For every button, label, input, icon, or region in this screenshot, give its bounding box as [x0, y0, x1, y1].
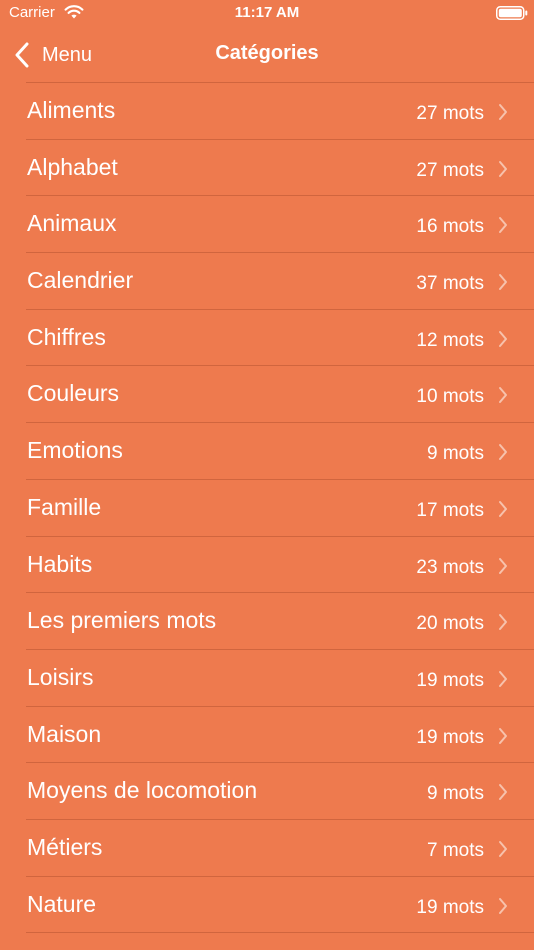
word-count: 19 mots [416, 669, 484, 691]
list-item[interactable]: Alphabet 27 mots [26, 140, 534, 197]
category-label: Famille [27, 493, 102, 520]
list-item[interactable]: Calendrier 37 mots [26, 253, 534, 310]
list-item[interactable]: Les premiers mots 20 mots [26, 593, 534, 650]
word-count: 23 mots [416, 556, 484, 578]
word-count: 12 mots [416, 329, 484, 351]
chevron-right-icon [499, 217, 507, 234]
chevron-right-icon [499, 784, 507, 801]
category-label: Nature [27, 890, 97, 917]
word-count: 19 mots [416, 896, 484, 918]
chevron-right-icon [499, 160, 507, 177]
chevron-right-icon [499, 104, 507, 120]
word-count: 9 mots [426, 443, 484, 465]
chevron-right-icon [499, 897, 507, 914]
list-item[interactable]: Habits 23 mots [26, 537, 534, 594]
category-label: Métiers [27, 833, 103, 860]
list-item[interactable]: Aliments 27 mots [26, 83, 534, 140]
word-count: 16 mots [416, 216, 484, 238]
list-item[interactable]: Emotions 9 mots [26, 423, 534, 480]
chevron-right-icon [499, 670, 507, 687]
chevron-right-icon [499, 614, 507, 631]
category-label: Loisirs [27, 663, 94, 690]
list-item[interactable]: Animaux 16 mots [26, 196, 534, 254]
category-label: Emotions [27, 437, 123, 464]
chevron-right-icon [499, 444, 507, 461]
list-item[interactable]: Couleurs 10 mots [26, 366, 534, 424]
word-count: 20 mots [416, 613, 484, 635]
word-count: 37 mots [416, 273, 484, 295]
chevron-right-icon [499, 330, 507, 347]
category-list: Aliments 27 mots Alphabet 27 mots Animau… [0, 83, 534, 934]
navigation-bar: Menu Catégories [0, 28, 534, 82]
chevron-right-icon [499, 500, 507, 517]
word-count: 19 mots [416, 726, 484, 748]
category-label: Couleurs [27, 380, 120, 407]
category-label: Maison [27, 720, 102, 747]
word-count: 9 mots [426, 783, 484, 805]
battery-icon [496, 6, 528, 20]
category-label: Calendrier [27, 267, 134, 294]
page-title: Catégories [215, 42, 319, 64]
category-label: Les premiers mots [27, 607, 217, 634]
list-item[interactable]: Famille 17 mots [26, 480, 534, 537]
status-bar: Carrier 11:17 AM [0, 0, 534, 28]
category-label: Chiffres [27, 323, 106, 350]
list-item[interactable]: Loisirs 19 mots [26, 650, 534, 707]
word-count: 7 mots [426, 839, 484, 861]
category-label: Moyens de locomotion [27, 777, 258, 804]
list-item[interactable]: Chiffres 12 mots [26, 310, 534, 367]
list-item[interactable]: Moyens de locomotion 9 mots [26, 763, 534, 820]
list-item[interactable]: Nature 19 mots [26, 877, 534, 934]
list-item[interactable]: Métiers 7 mots [26, 820, 534, 877]
chevron-right-icon [499, 840, 507, 857]
category-label: Habits [27, 550, 93, 577]
chevron-right-icon [499, 727, 507, 744]
chevron-right-icon [499, 274, 507, 291]
category-label: Animaux [27, 210, 117, 237]
word-count: 10 mots [416, 386, 484, 408]
word-count: 27 mots [416, 159, 484, 181]
word-count: 17 mots [416, 499, 484, 521]
list-item[interactable]: Maison 19 mots [26, 707, 534, 764]
category-label: Alphabet [27, 153, 118, 180]
chevron-right-icon [499, 387, 507, 404]
category-label: Aliments [27, 97, 116, 123]
status-time: 11:17 AM [234, 4, 300, 21]
chevron-right-icon [499, 557, 507, 574]
word-count: 27 mots [416, 103, 484, 124]
